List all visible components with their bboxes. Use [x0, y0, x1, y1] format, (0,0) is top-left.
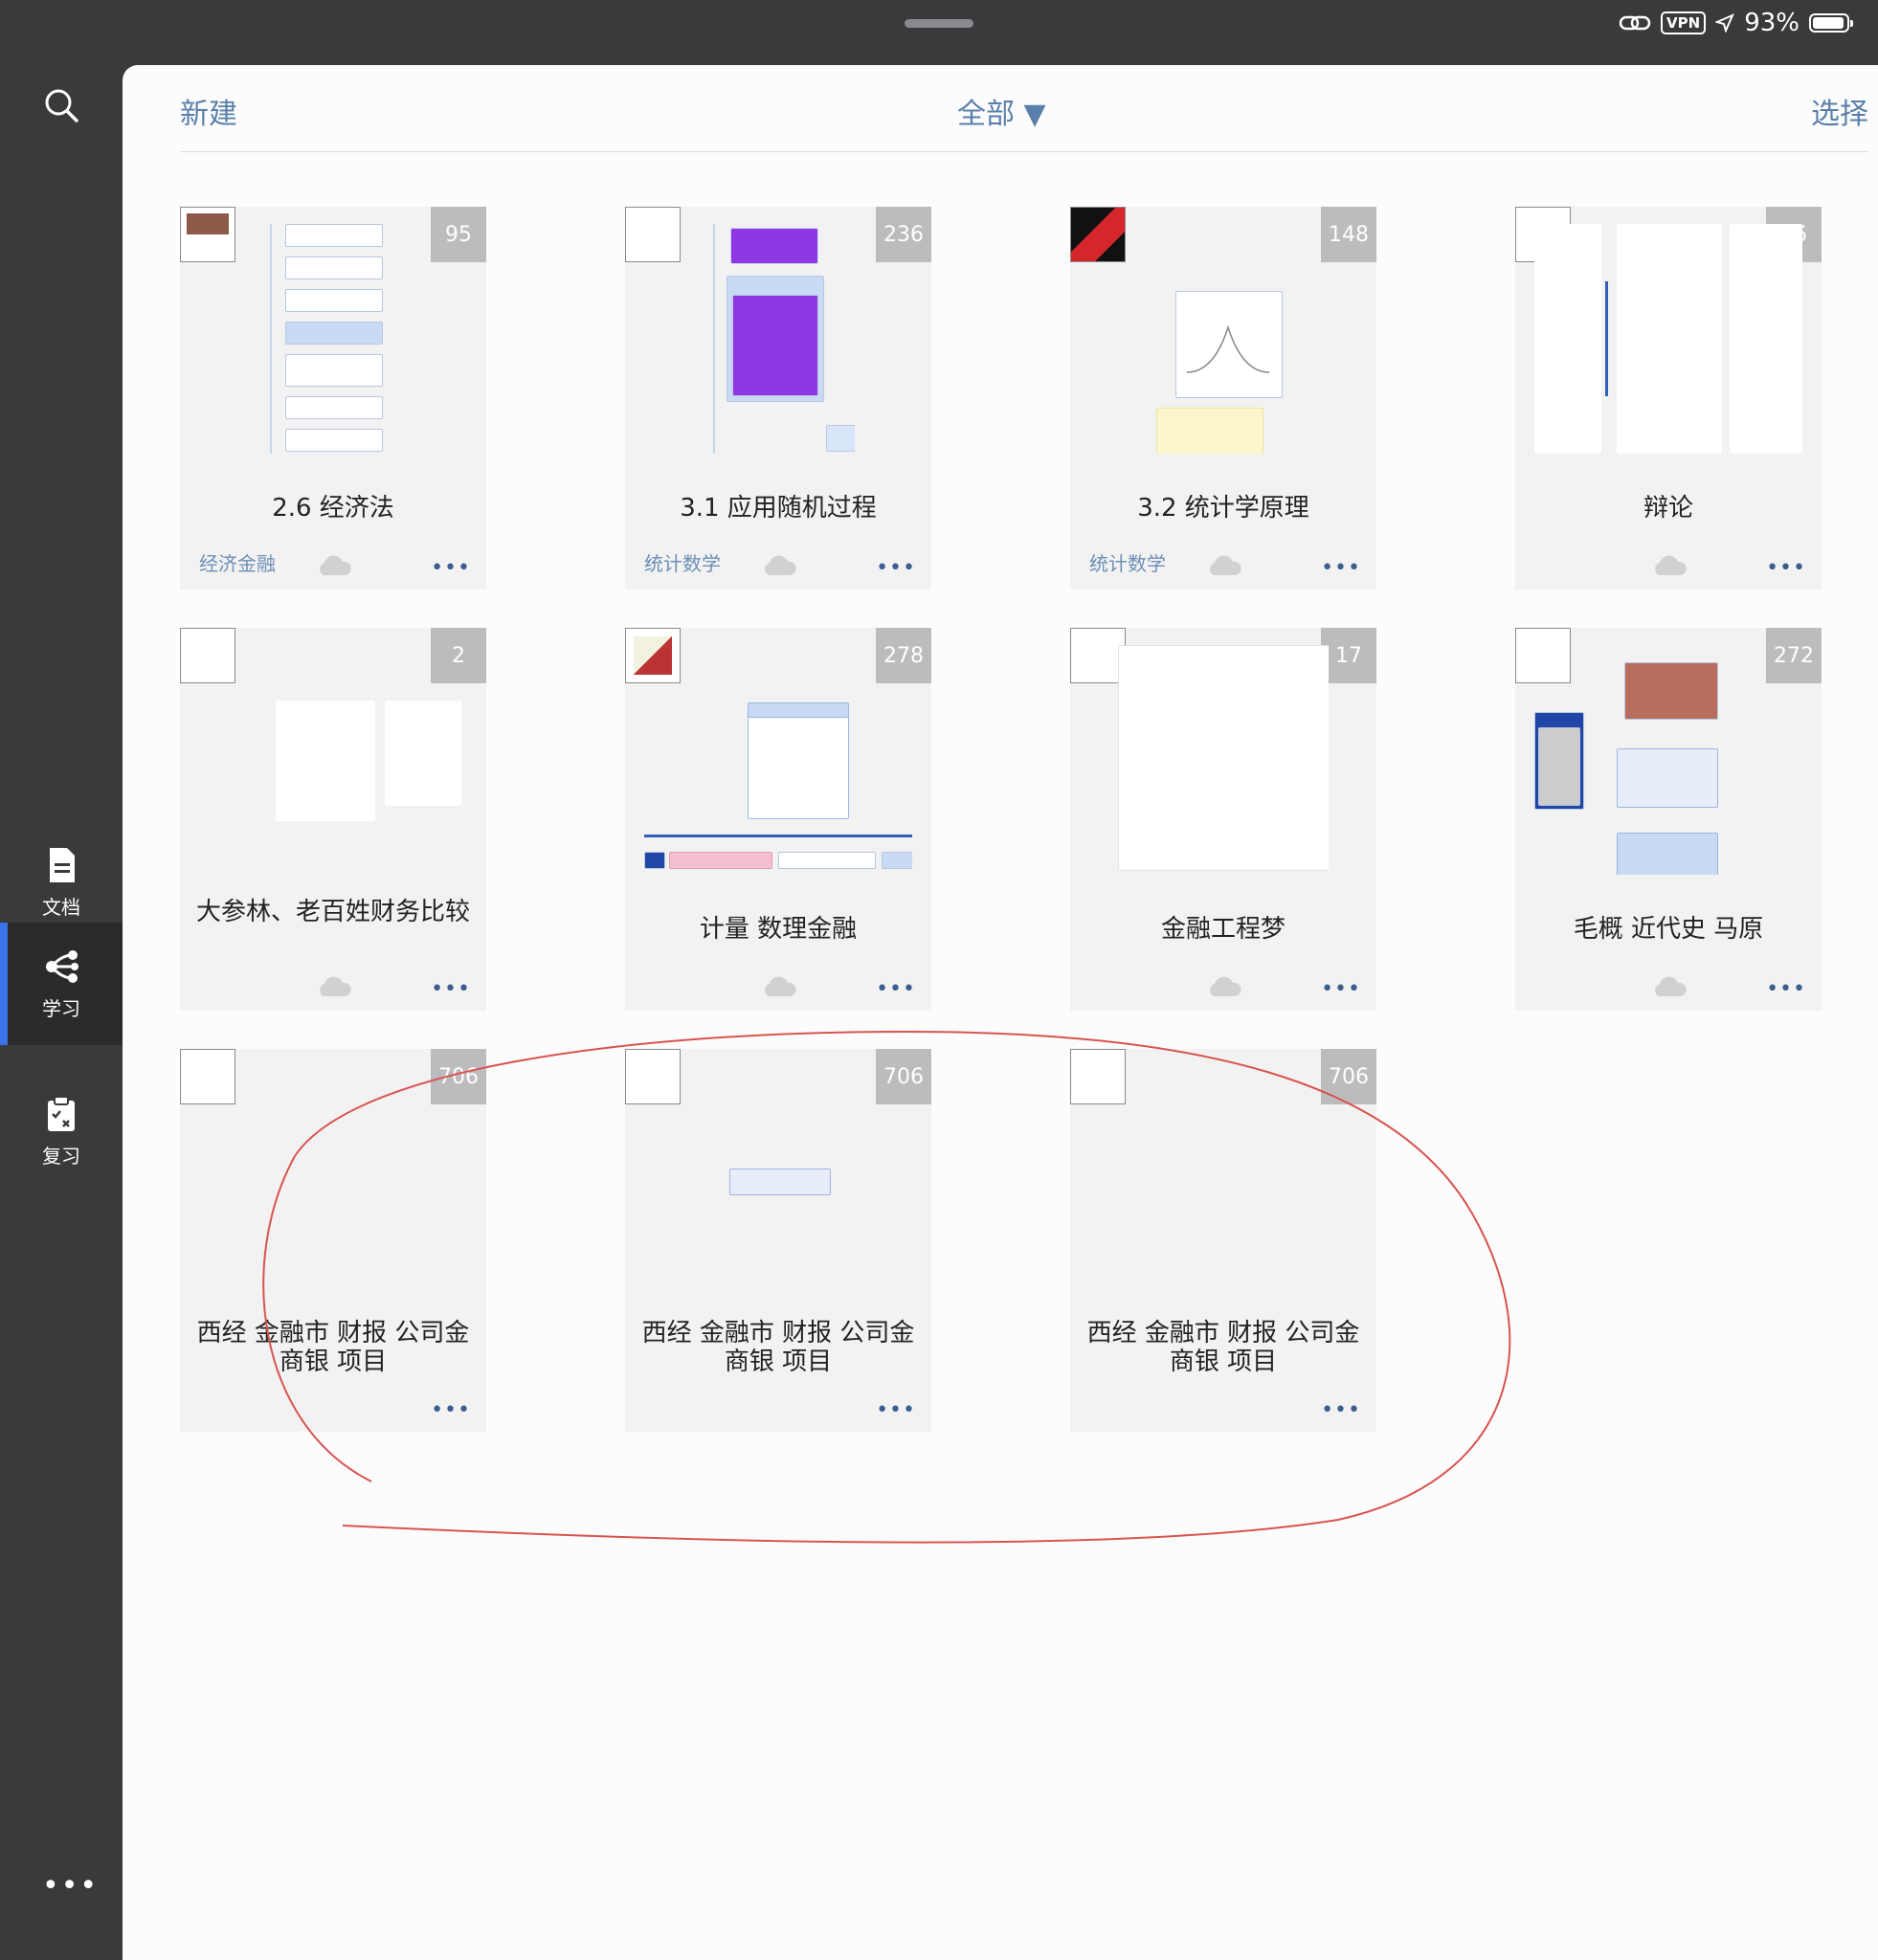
cloud-icon [320, 976, 351, 996]
card-thumbnail [1070, 1049, 1126, 1104]
node-count-badge: 706 [876, 1049, 931, 1104]
map-card[interactable]: 706 西经 金融市 财报 公司金 商银 项目 ••• [1070, 1049, 1376, 1432]
cloud-icon [320, 555, 351, 575]
card-thumbnail [180, 628, 235, 683]
map-card[interactable]: 272 毛概 近代史 马原 ••• [1515, 628, 1822, 1011]
card-thumbnail [625, 207, 681, 262]
card-title: 计量 数理金融 [699, 915, 858, 944]
card-thumbnail [1070, 207, 1126, 262]
card-title: 大参林、老百姓财务比较 [195, 898, 470, 926]
filter-dropdown[interactable]: 全部 ▼ [957, 90, 1046, 132]
location-arrow-icon [1715, 13, 1735, 33]
map-card[interactable]: 236 3.1 应用随机过程 统计数学 ••• [625, 207, 931, 590]
select-button[interactable]: 选择 [1811, 90, 1868, 132]
card-thumbnail [180, 1049, 235, 1104]
document-icon [50, 847, 75, 882]
card-more-button[interactable]: ••• [1321, 977, 1361, 1001]
map-preview [711, 224, 855, 454]
node-count-badge: 148 [1321, 207, 1376, 262]
map-card[interactable]: 95 2.6 经济法 经济金融 ••• [180, 207, 486, 590]
map-card[interactable]: 278 计量 数理金融 ••• [625, 628, 931, 1011]
map-preview [1534, 645, 1745, 875]
node-count-badge: 17 [1321, 628, 1376, 683]
card-title: 辩论 [1643, 494, 1693, 523]
cloud-icon [1210, 555, 1241, 575]
card-title: 西经 金融市 财报 公司金 商银 项目 [196, 1319, 470, 1376]
card-thumbnail [625, 1049, 681, 1104]
sidebar-item-study[interactable]: 学习 [0, 923, 123, 1045]
card-title: 西经 金融市 财报 公司金 商银 项目 [641, 1319, 915, 1376]
vpn-badge: VPN [1661, 11, 1707, 34]
node-count-badge: 236 [876, 207, 931, 262]
home-indicator[interactable] [905, 19, 973, 28]
card-more-button[interactable]: ••• [1321, 556, 1361, 580]
card-more-button[interactable]: ••• [431, 977, 471, 1001]
status-bar: VPN 93% [0, 0, 1878, 65]
battery-icon [1809, 13, 1853, 33]
card-title: 金融工程梦 [1160, 915, 1286, 944]
cloud-icon [765, 555, 796, 575]
node-count-badge: 272 [1766, 628, 1822, 683]
main-panel: 新建 全部 ▼ 选择 95 2.6 经济法 经济金融 ••• 236 3.1 应… [123, 65, 1878, 1960]
sidebar: 文档 学习 复习 ••• [0, 65, 123, 1960]
cloud-icon [1210, 976, 1241, 996]
node-count-badge: 95 [431, 207, 486, 262]
card-tag: 统计数学 [1089, 552, 1166, 575]
new-button[interactable]: 新建 [180, 90, 237, 132]
map-card[interactable]: 2 大参林、老百姓财务比较 ••• [180, 628, 486, 1011]
map-preview [1156, 224, 1300, 454]
card-title: 3.1 应用随机过程 [680, 494, 877, 523]
top-bar: 新建 全部 ▼ 选择 [180, 65, 1868, 152]
map-preview [266, 224, 410, 454]
card-title: 3.2 统计学原理 [1137, 494, 1309, 523]
card-more-button[interactable]: ••• [876, 1398, 916, 1422]
node-count-badge: 706 [431, 1049, 486, 1104]
mindmap-icon [46, 949, 78, 983]
map-card[interactable]: 148 3.2 统计学原理 统计数学 ••• [1070, 207, 1376, 590]
sidebar-item-label: 文档 [42, 895, 80, 919]
node-count-badge: 706 [1321, 1049, 1376, 1104]
card-more-button[interactable]: ••• [431, 1398, 471, 1422]
status-icons: VPN 93% [1619, 8, 1853, 38]
map-preview [276, 645, 467, 875]
card-more-button[interactable]: ••• [1766, 977, 1806, 1001]
map-preview [1118, 645, 1329, 875]
cloud-icon [1655, 976, 1687, 996]
map-card[interactable]: 56 辩论 ••• [1515, 207, 1822, 590]
map-card[interactable]: 706 西经 金融市 财报 公司金 商银 项目 ••• [625, 1049, 931, 1432]
card-more-button[interactable]: ••• [876, 556, 916, 580]
sidebar-item-label: 复习 [42, 1144, 80, 1168]
card-more-button[interactable]: ••• [1766, 556, 1806, 580]
card-thumbnail [180, 207, 235, 262]
link-icon [1619, 15, 1651, 31]
sidebar-item-label: 学习 [42, 996, 80, 1020]
cloud-icon [765, 976, 796, 996]
map-preview [644, 645, 912, 875]
clipboard-check-icon [48, 1095, 75, 1131]
search-icon[interactable] [42, 86, 80, 124]
map-card[interactable]: 17 金融工程梦 ••• [1070, 628, 1376, 1011]
sidebar-item-review[interactable]: 复习 [0, 1070, 123, 1192]
battery-percent: 93% [1744, 9, 1800, 37]
map-preview [711, 1066, 855, 1296]
card-title: 2.6 经济法 [272, 494, 394, 523]
card-more-button[interactable]: ••• [876, 977, 916, 1001]
card-title: 毛概 近代史 马原 [1573, 915, 1764, 944]
card-more-button[interactable]: ••• [1321, 1398, 1361, 1422]
card-tag: 经济金融 [199, 552, 276, 575]
card-more-button[interactable]: ••• [431, 556, 471, 580]
sidebar-more-button[interactable]: ••• [42, 1869, 99, 1903]
card-title: 西经 金融市 财报 公司金 商银 项目 [1086, 1319, 1360, 1376]
map-card[interactable]: 706 西经 金融市 财报 公司金 商银 项目 ••• [180, 1049, 486, 1432]
map-preview [1534, 224, 1802, 454]
card-tag: 统计数学 [644, 552, 721, 575]
cloud-icon [1655, 555, 1687, 575]
